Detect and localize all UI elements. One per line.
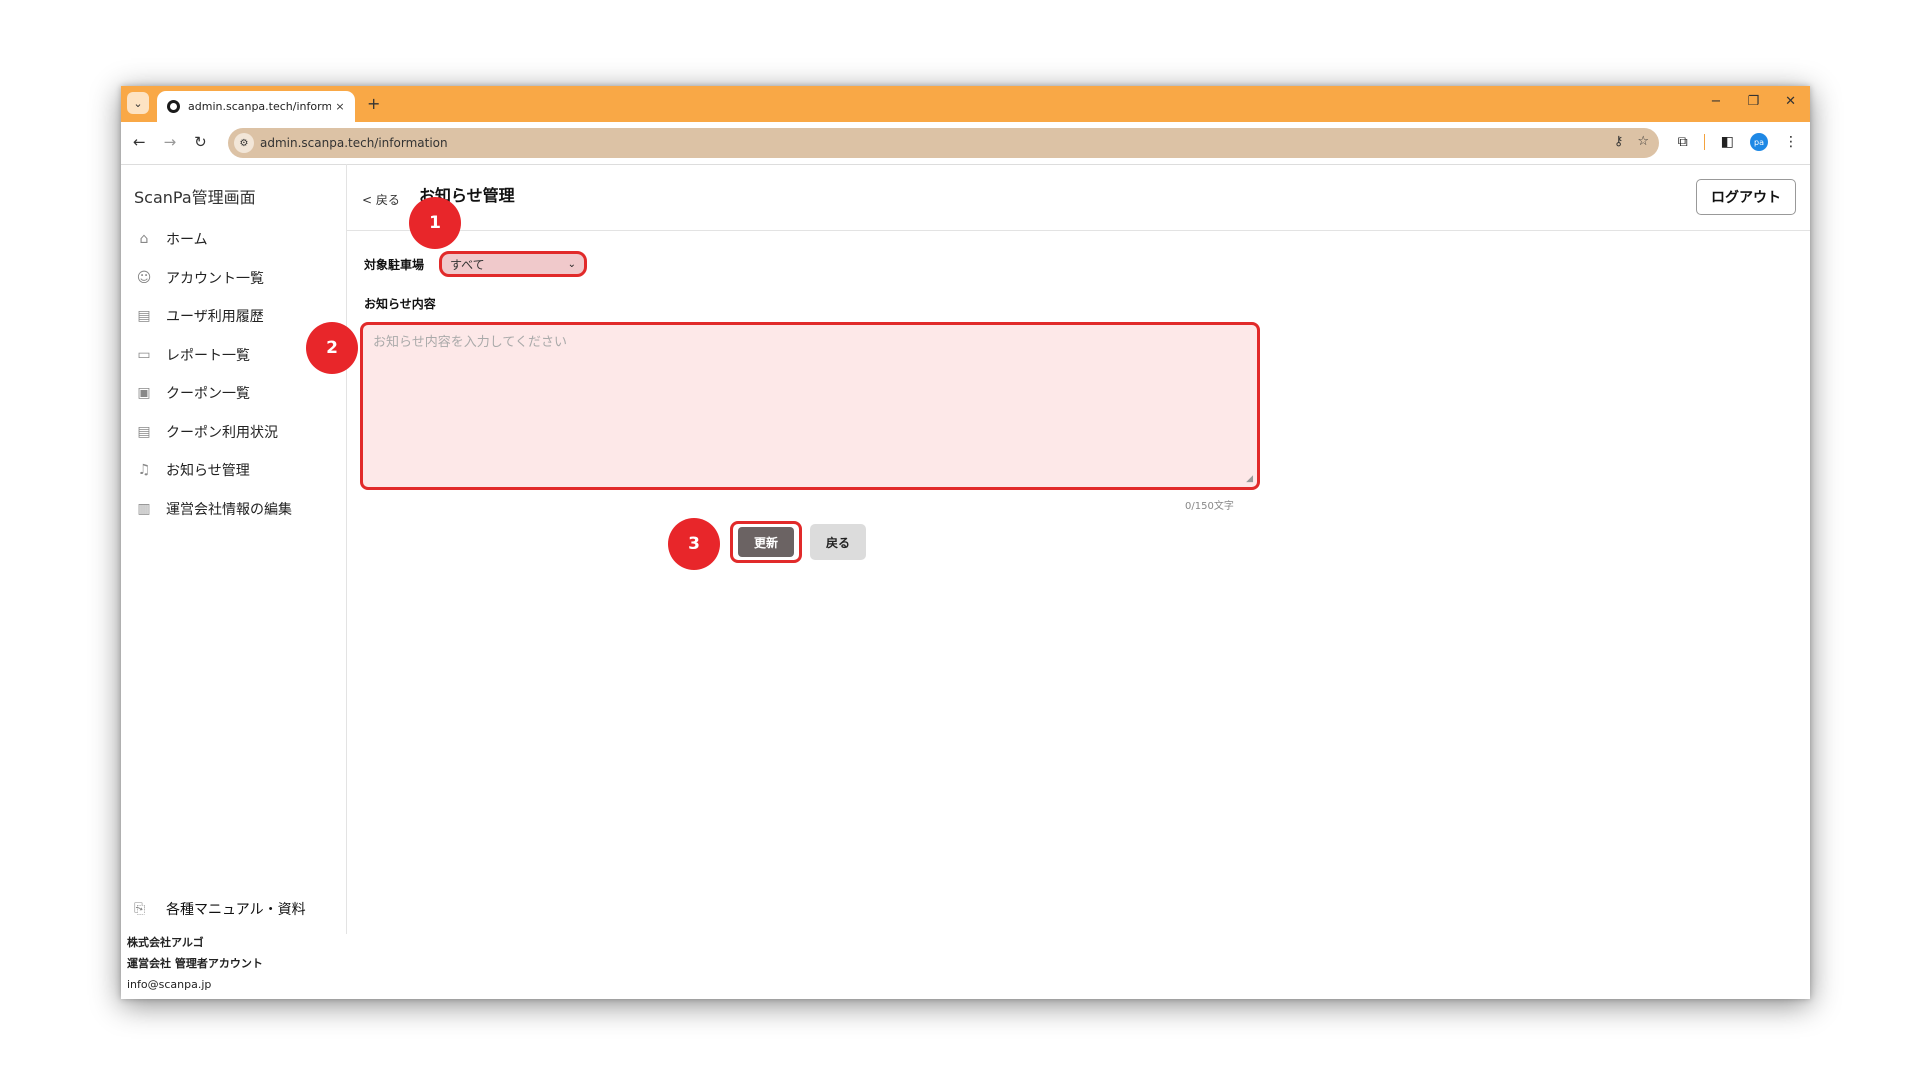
sidebar-item-label: レポート一覧 bbox=[166, 347, 250, 364]
logout-button[interactable]: ログアウト bbox=[1696, 179, 1796, 215]
toolbar-actions: ⧉ ◧ pa ⋮ bbox=[1678, 133, 1798, 151]
toolbar-divider bbox=[1703, 134, 1705, 150]
sidebar-item-home[interactable]: ⌂ ホーム bbox=[134, 220, 292, 259]
app-brand: ScanPa管理画面 bbox=[134, 188, 256, 207]
extensions-icon[interactable]: ⧉ bbox=[1678, 134, 1688, 150]
character-counter: 0/150文字 bbox=[1185, 501, 1234, 512]
notice-content-textarea[interactable]: お知らせ内容を入力してください ◢ bbox=[360, 322, 1260, 490]
target-parking-select[interactable]: すべて ⌄ bbox=[439, 251, 587, 277]
site-favicon-icon bbox=[167, 100, 180, 113]
sidebar-item-label: アカウント一覧 bbox=[166, 270, 264, 287]
tab-close-icon[interactable]: × bbox=[331, 100, 349, 113]
document-icon: ⎘ bbox=[134, 901, 146, 917]
side-panel-icon[interactable]: ◧ bbox=[1721, 134, 1734, 150]
profile-avatar[interactable]: pa bbox=[1750, 133, 1768, 151]
minimize-icon[interactable]: − bbox=[1711, 94, 1722, 109]
tab-title: admin.scanpa.tech/information bbox=[188, 100, 331, 113]
account-name: 運営会社 管理者アカウント bbox=[127, 957, 263, 970]
window-controls: − ❐ ✕ bbox=[1711, 94, 1796, 109]
bookmark-star-icon[interactable]: ☆ bbox=[1637, 134, 1649, 149]
history-icon: ▤ bbox=[137, 308, 151, 325]
browser-tab[interactable]: admin.scanpa.tech/information × bbox=[157, 91, 355, 122]
new-tab-button[interactable]: + bbox=[367, 94, 380, 113]
sidebar-item-user-history[interactable]: ▤ ユーザ利用履歴 bbox=[134, 297, 292, 336]
notice-content-placeholder: お知らせ内容を入力してください bbox=[373, 335, 567, 350]
password-key-icon[interactable]: ⚷ bbox=[1614, 134, 1624, 149]
update-button[interactable]: 更新 bbox=[730, 521, 802, 563]
restore-icon[interactable]: ❐ bbox=[1747, 94, 1759, 109]
annotation-badge-1: 1 bbox=[409, 197, 461, 249]
browser-toolbar: ← → ↻ ⚙ admin.scanpa.tech/information ⚷ … bbox=[121, 122, 1810, 165]
forward-arrow-icon[interactable]: → bbox=[164, 133, 177, 151]
page-header: < 戻る お知らせ管理 ログアウト bbox=[347, 164, 1810, 231]
sidebar-item-label: クーポン一覧 bbox=[166, 386, 250, 403]
manual-label: 各種マニュアル・資料 bbox=[166, 902, 306, 918]
sidebar: ScanPa管理画面 ⌂ ホーム ☺ アカウント一覧 ▤ ユーザ利用履歴 ▭ レ… bbox=[121, 164, 347, 934]
sidebar-item-company-info[interactable]: ▥ 運営会社情報の編集 bbox=[134, 490, 292, 529]
notice-content-label: お知らせ内容 bbox=[364, 297, 436, 311]
coupon-icon: ▣ bbox=[137, 385, 151, 402]
sidebar-item-label: ホーム bbox=[166, 232, 208, 249]
sidebar-item-label: クーポン利用状況 bbox=[166, 424, 278, 441]
sidebar-item-notices[interactable]: ♫ お知らせ管理 bbox=[134, 451, 292, 490]
bell-icon: ♫ bbox=[137, 462, 151, 479]
users-icon: ☺ bbox=[136, 269, 152, 286]
back-button[interactable]: 戻る bbox=[810, 524, 866, 560]
reload-icon[interactable]: ↻ bbox=[194, 133, 207, 151]
close-window-icon[interactable]: ✕ bbox=[1785, 94, 1796, 109]
sidebar-item-label: お知らせ管理 bbox=[166, 463, 250, 480]
browser-window: ⌄ admin.scanpa.tech/information × + − ❐ … bbox=[121, 86, 1810, 999]
tab-search-icon[interactable]: ⌄ bbox=[127, 92, 149, 114]
annotation-badge-3: 3 bbox=[668, 518, 720, 570]
update-button-label: 更新 bbox=[738, 527, 794, 557]
target-parking-label: 対象駐車場 bbox=[364, 258, 425, 272]
coupon-usage-icon: ▤ bbox=[137, 423, 151, 440]
nav-buttons: ← → ↻ bbox=[133, 133, 207, 151]
account-info: 株式会社アルゴ 運営会社 管理者アカウント info@scanpa.jp bbox=[127, 932, 263, 995]
back-arrow-icon[interactable]: ← bbox=[133, 133, 146, 151]
back-link[interactable]: < 戻る bbox=[362, 191, 400, 208]
home-icon: ⌂ bbox=[139, 231, 149, 248]
resize-grip-icon[interactable]: ◢ bbox=[1246, 474, 1253, 484]
browser-menu-icon[interactable]: ⋮ bbox=[1784, 134, 1798, 150]
main-panel: < 戻る お知らせ管理 ログアウト 対象駐車場 すべて ⌄ お知らせ内容 お知ら… bbox=[347, 164, 1810, 999]
sidebar-menu: ⌂ ホーム ☺ アカウント一覧 ▤ ユーザ利用履歴 ▭ レポート一覧 ▣ クーポ… bbox=[134, 220, 292, 528]
sidebar-item-label: 運営会社情報の編集 bbox=[166, 501, 292, 518]
annotation-badge-2: 2 bbox=[306, 322, 358, 374]
target-parking-value: すべて bbox=[450, 257, 485, 272]
sidebar-item-accounts[interactable]: ☺ アカウント一覧 bbox=[134, 259, 292, 298]
site-info-icon[interactable]: ⚙ bbox=[234, 133, 254, 153]
report-icon: ▭ bbox=[137, 346, 151, 363]
sidebar-item-reports[interactable]: ▭ レポート一覧 bbox=[134, 336, 292, 375]
sidebar-item-coupon-usage[interactable]: ▤ クーポン利用状況 bbox=[134, 413, 292, 452]
account-email: info@scanpa.jp bbox=[127, 978, 212, 991]
building-icon: ▥ bbox=[137, 500, 151, 517]
manual-link[interactable]: ⎘ 各種マニュアル・資料 bbox=[134, 899, 306, 919]
url-text[interactable]: admin.scanpa.tech/information bbox=[260, 136, 448, 150]
sidebar-item-coupons[interactable]: ▣ クーポン一覧 bbox=[134, 374, 292, 413]
sidebar-item-label: ユーザ利用履歴 bbox=[166, 309, 264, 326]
chevron-down-icon: ⌄ bbox=[567, 258, 576, 270]
app-content: ScanPa管理画面 ⌂ ホーム ☺ アカウント一覧 ▤ ユーザ利用履歴 ▭ レ… bbox=[121, 164, 1810, 999]
tab-strip: ⌄ admin.scanpa.tech/information × + − ❐ … bbox=[121, 86, 1810, 122]
company-name: 株式会社アルゴ bbox=[127, 936, 204, 949]
omnibox-actions: ⚷ ☆ bbox=[1614, 134, 1649, 149]
address-bar[interactable]: ⚙ admin.scanpa.tech/information ⚷ ☆ bbox=[228, 128, 1659, 158]
